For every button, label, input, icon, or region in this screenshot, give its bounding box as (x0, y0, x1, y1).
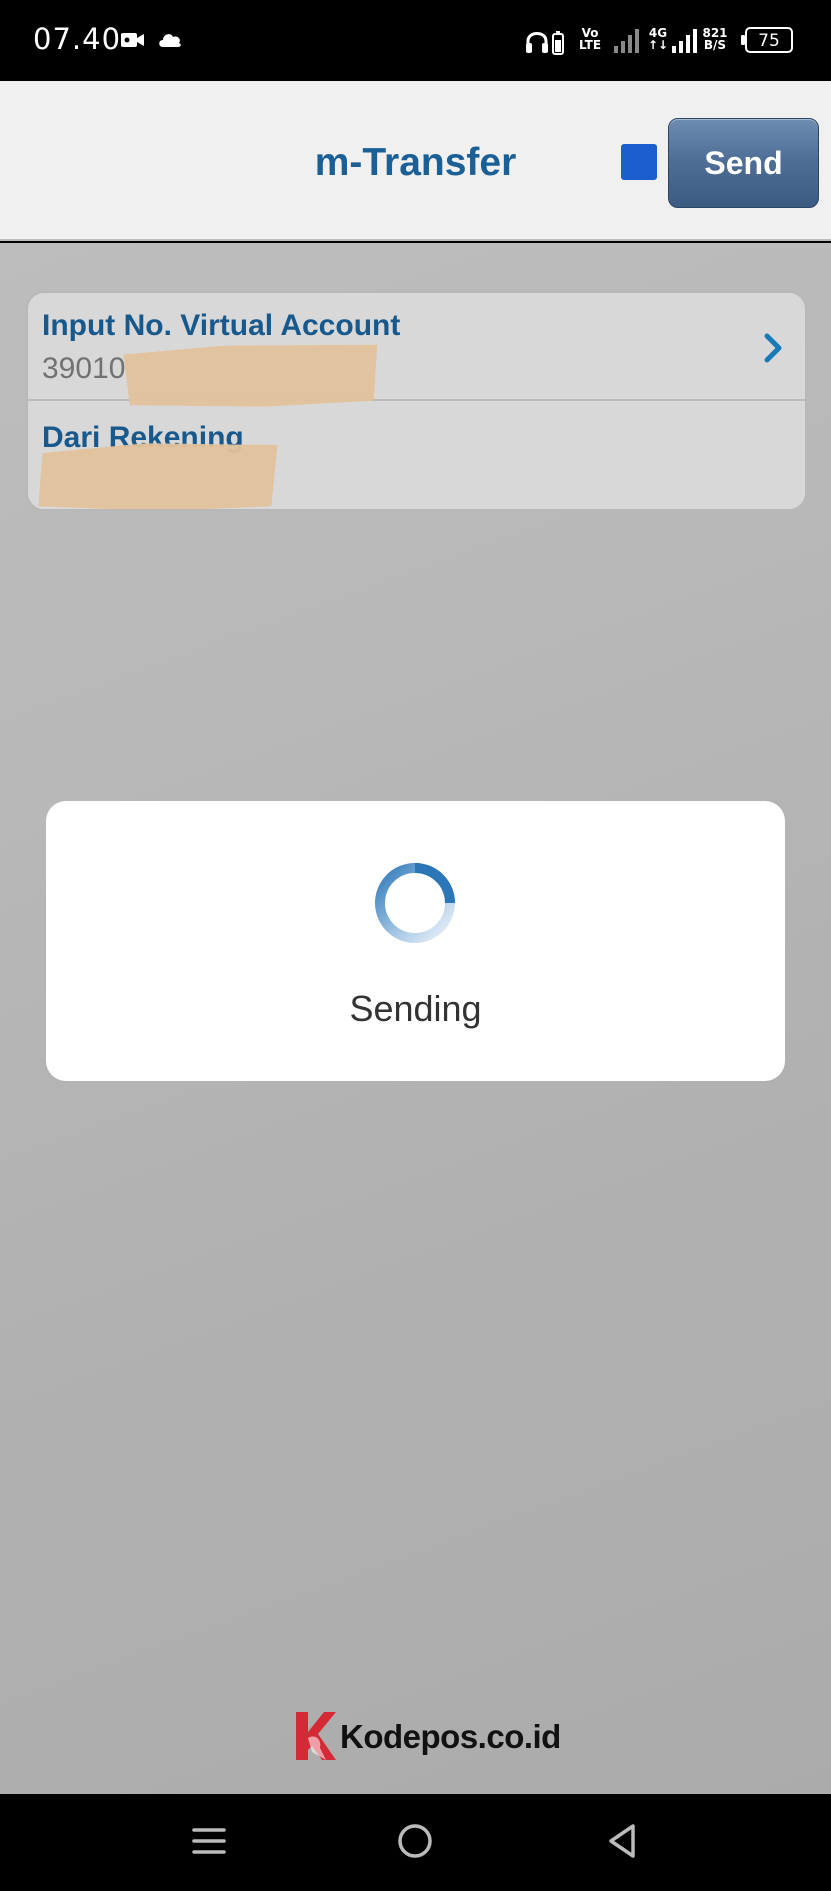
status-bar: 07.40 Vo LTE 4G ↑↓ 821 B/S 75 (0, 0, 831, 81)
battery-level: 75 (758, 31, 780, 51)
network-type: 4G ↑↓ (647, 26, 669, 52)
battery-icon: 75 (745, 27, 793, 53)
battery-tip (741, 35, 745, 45)
home-icon[interactable] (390, 1816, 440, 1866)
signal-icon-2 (672, 29, 697, 53)
volte-indicator: Vo LTE (578, 26, 602, 52)
status-time: 07.40 (33, 22, 122, 56)
loading-dialog: Sending (46, 801, 785, 1081)
send-button[interactable]: Send (668, 118, 819, 208)
back-icon[interactable] (598, 1816, 648, 1866)
dialog-message: Sending (349, 988, 482, 1029)
loading-spinner-icon (375, 863, 455, 943)
app-header: m-Transfer Send (0, 81, 831, 241)
watermark-logo: Kodepos.co.id (292, 1706, 561, 1766)
menu-icon[interactable] (184, 1816, 234, 1866)
kodepos-logo-icon (296, 1712, 336, 1760)
headphones-icon (526, 31, 564, 55)
signal-icon (614, 29, 639, 53)
main-content: Input No. Virtual Account 39010 Dari Rek… (0, 243, 831, 1794)
watermark-text: Kodepos.co.id (340, 1718, 561, 1755)
video-camera-icon (121, 33, 144, 47)
cloud-icon (159, 34, 181, 47)
status-indicator (621, 144, 657, 180)
navigation-bar (0, 1794, 831, 1891)
network-speed: 821 B/S (702, 26, 728, 52)
